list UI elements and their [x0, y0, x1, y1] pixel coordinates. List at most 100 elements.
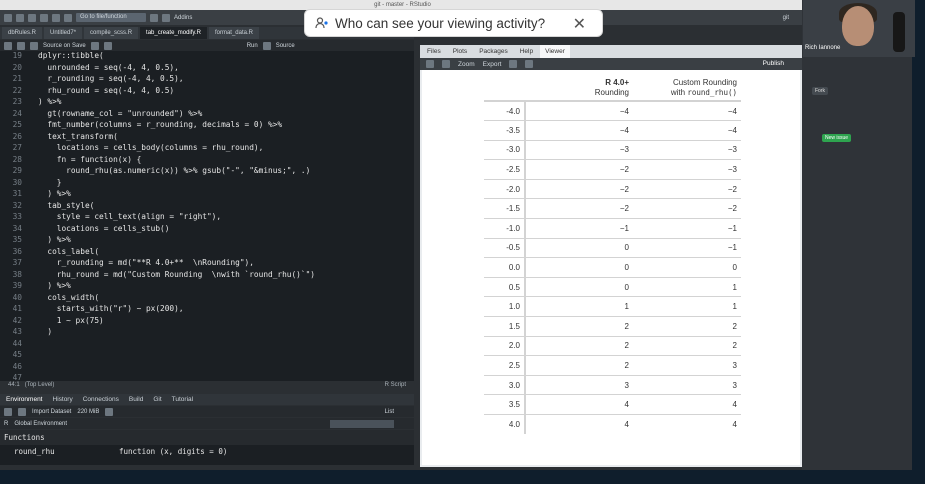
addins-menu[interactable]: Addins: [174, 15, 192, 21]
code-line[interactable]: 25 fmt_number(columns = r_rounding, deci…: [0, 120, 414, 132]
open-file-icon[interactable]: [28, 13, 36, 22]
code-line[interactable]: 33 style = cell_text(align = "right"),: [0, 212, 414, 224]
code-line[interactable]: 35 ) %>%: [0, 235, 414, 247]
new-issue-button[interactable]: New issue: [822, 134, 852, 142]
code-line[interactable]: 38 rhu_round = md("Custom Rounding \nwit…: [0, 270, 414, 282]
code-line[interactable]: 43 ): [0, 327, 414, 339]
save-workspace-icon[interactable]: [18, 407, 26, 416]
source-tab[interactable]: compile_scss.R: [84, 27, 139, 39]
back-icon[interactable]: [4, 41, 12, 50]
code-line[interactable]: 28 fn = function(x) {: [0, 155, 414, 167]
code-line[interactable]: 27 locations = cells_body(columns = rhu_…: [0, 143, 414, 155]
global-environment-dropdown[interactable]: Global Environment: [14, 421, 67, 427]
tab-history[interactable]: History: [53, 396, 73, 403]
export-button[interactable]: Export: [483, 61, 502, 68]
code-editor[interactable]: 19 dplyr::tibble(20 unrounded = seq(-4, 4…: [0, 51, 414, 381]
code-line[interactable]: 19 dplyr::tibble(: [0, 51, 414, 63]
code-line[interactable]: 44: [0, 339, 414, 351]
git-icon[interactable]: [150, 13, 158, 22]
source-button[interactable]: Source: [276, 43, 295, 49]
back-icon[interactable]: [426, 60, 434, 68]
grid-icon[interactable]: [162, 13, 170, 22]
tab-tutorial[interactable]: Tutorial: [172, 396, 193, 403]
import-dataset-button[interactable]: Import Dataset: [32, 409, 71, 415]
close-icon[interactable]: ✕: [573, 14, 586, 34]
code-line[interactable]: 36 cols_label(: [0, 247, 414, 259]
code-line[interactable]: 22 rhu_round = seq(-4, 4, 0.5): [0, 86, 414, 98]
forward-icon[interactable]: [442, 60, 450, 68]
code-line[interactable]: 46: [0, 362, 414, 374]
publish-button[interactable]: Publish: [763, 58, 784, 70]
code-line[interactable]: 40 cols_width(: [0, 293, 414, 305]
code-line[interactable]: 21 r_rounding = seq(-4, 4, 0.5),: [0, 74, 414, 86]
source-tab[interactable]: format_data.R: [208, 27, 259, 39]
load-icon[interactable]: [4, 407, 12, 416]
code-line[interactable]: 23) %>%: [0, 97, 414, 109]
row-stub-cell: -3.0: [484, 139, 526, 160]
save-icon[interactable]: [40, 13, 48, 22]
custom-rounding-cell: 1: [633, 276, 741, 297]
source-toolbar: Source on Save Run Source: [0, 40, 414, 51]
code-line[interactable]: 37 r_rounding = md("**R 4.0+** \nRoundin…: [0, 258, 414, 270]
tab-build[interactable]: Build: [129, 396, 143, 403]
line-number: 30: [12, 177, 22, 187]
viewing-activity-banner[interactable]: Who can see your viewing activity? ✕: [304, 9, 603, 37]
source-on-save-checkbox[interactable]: Source on Save: [43, 43, 86, 49]
environment-search-input[interactable]: [330, 419, 394, 428]
code-line[interactable]: 31 ) %>%: [0, 189, 414, 201]
env-row[interactable]: round_rhu function (x, digits = 0): [0, 445, 414, 458]
show-in-browser-icon[interactable]: [509, 60, 518, 68]
code-line[interactable]: 30 }: [0, 178, 414, 190]
source-tab[interactable]: dbRules.R: [2, 27, 43, 39]
row-stub-cell: 2.0: [484, 335, 526, 356]
env-var-value: function (x, digits = 0): [119, 447, 228, 456]
memory-usage[interactable]: 220 MiB: [77, 409, 99, 415]
save-all-icon[interactable]: [52, 13, 60, 22]
run-button[interactable]: Run: [247, 43, 258, 49]
code-line[interactable]: 39 ) %>%: [0, 281, 414, 293]
tab-packages[interactable]: Packages: [474, 45, 513, 58]
open-project-icon[interactable]: [16, 13, 24, 22]
code-line[interactable]: 20 unrounded = seq(-4, 4, 0.5),: [0, 63, 414, 75]
code-line[interactable]: 42 1 ~ px(75): [0, 316, 414, 328]
broom-icon[interactable]: [105, 407, 114, 416]
print-icon[interactable]: [64, 13, 72, 22]
tab-git[interactable]: Git: [153, 396, 161, 403]
project-menu[interactable]: git: [783, 15, 789, 21]
list-view-dropdown[interactable]: List: [385, 409, 394, 415]
rerun-icon[interactable]: [262, 41, 271, 50]
line-number: 26: [12, 131, 22, 141]
line-number: 42: [12, 315, 22, 325]
tab-help[interactable]: Help: [515, 45, 538, 58]
tab-connections[interactable]: Connections: [83, 396, 119, 403]
code-line[interactable]: 45: [0, 350, 414, 362]
new-file-icon[interactable]: [4, 13, 12, 22]
fork-button[interactable]: Fork: [812, 87, 828, 95]
file-type[interactable]: R Script: [385, 381, 406, 390]
code-line[interactable]: 34 locations = cells_stub(): [0, 224, 414, 236]
wand-icon[interactable]: [103, 41, 112, 50]
zoom-button[interactable]: Zoom: [458, 61, 475, 68]
source-tab-active[interactable]: tab_create_modify.R: [140, 27, 207, 39]
code-line[interactable]: 24 gt(rowname_col = "unrounded") %>%: [0, 109, 414, 121]
tab-files[interactable]: Files: [422, 45, 446, 58]
code-line[interactable]: 41 starts_with("r") ~ px(200),: [0, 304, 414, 316]
tab-viewer[interactable]: Viewer: [540, 45, 570, 58]
scope-indicator[interactable]: (Top Level): [25, 382, 55, 388]
goto-file-input[interactable]: Go to file/function: [76, 13, 146, 22]
line-number: 23: [12, 97, 22, 106]
tab-plots[interactable]: Plots: [448, 45, 472, 58]
code-line[interactable]: 26 text_transform(: [0, 132, 414, 144]
tab-environment[interactable]: Environment: [6, 396, 43, 403]
code-line[interactable]: 47: [0, 373, 414, 381]
search-icon[interactable]: [90, 41, 99, 50]
broom-icon[interactable]: [525, 60, 534, 68]
custom-rounding-cell: −1: [633, 218, 741, 239]
source-tab[interactable]: Untitled7*: [44, 27, 83, 39]
code-line[interactable]: 32 tab_style(: [0, 201, 414, 213]
save-icon[interactable]: [30, 41, 38, 50]
r-language-dropdown[interactable]: R: [4, 421, 8, 427]
code-line[interactable]: 29 round_rhu(as.numeric(x)) %>% gsub("-"…: [0, 166, 414, 178]
forward-icon[interactable]: [17, 41, 25, 50]
